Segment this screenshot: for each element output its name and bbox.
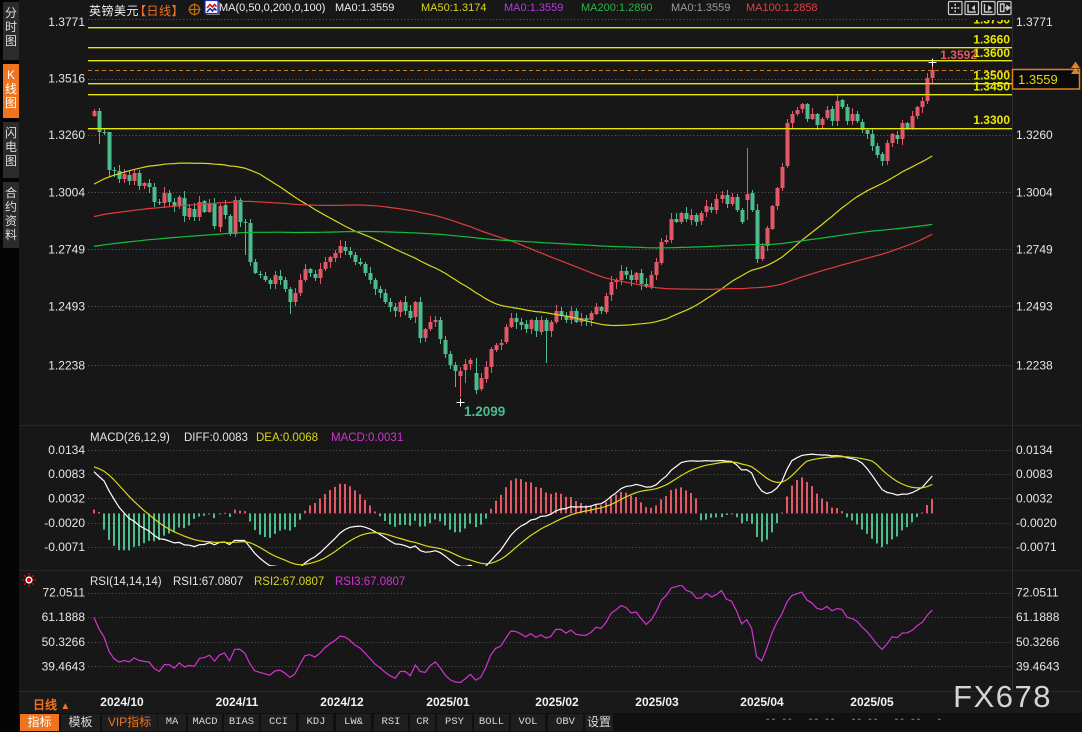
svg-text:0.0083: 0.0083 (1016, 467, 1053, 481)
svg-text:1.2749: 1.2749 (48, 242, 85, 256)
svg-text:1.2238: 1.2238 (1016, 358, 1053, 372)
svg-text:1.2493: 1.2493 (1016, 300, 1053, 314)
svg-text:1.3004: 1.3004 (48, 185, 85, 199)
svg-text:1.3600: 1.3600 (973, 46, 1010, 60)
svg-text:1.3004: 1.3004 (1016, 185, 1053, 199)
svg-text:0.0083: 0.0083 (48, 467, 85, 481)
svg-text:1.3771: 1.3771 (48, 15, 85, 29)
svg-text:1.3260: 1.3260 (48, 128, 85, 142)
svg-text:1.3260: 1.3260 (1016, 128, 1053, 142)
svg-text:50.3266: 50.3266 (42, 635, 86, 649)
svg-text:1.2238: 1.2238 (48, 358, 85, 372)
svg-text:1.3771: 1.3771 (1016, 15, 1053, 29)
svg-text:-0.0020: -0.0020 (1016, 516, 1057, 530)
svg-text:1.2749: 1.2749 (1016, 242, 1053, 256)
svg-text:1.3559: 1.3559 (1018, 72, 1058, 87)
svg-text:1.2493: 1.2493 (48, 300, 85, 314)
svg-text:-0.0071: -0.0071 (1016, 540, 1057, 554)
svg-text:0.0032: 0.0032 (1016, 491, 1053, 505)
svg-text:72.0511: 72.0511 (1016, 586, 1059, 600)
svg-text:39.4643: 39.4643 (42, 659, 86, 673)
svg-text:-0.0071: -0.0071 (44, 540, 85, 554)
svg-text:0.0134: 0.0134 (1016, 443, 1053, 457)
svg-text:72.0511: 72.0511 (43, 586, 86, 600)
svg-text:-0.0020: -0.0020 (44, 516, 85, 530)
svg-text:1.3300: 1.3300 (973, 113, 1010, 127)
svg-text:1.3660: 1.3660 (973, 33, 1010, 47)
svg-text:1.3450: 1.3450 (973, 80, 1010, 94)
svg-text:0.0032: 0.0032 (48, 491, 85, 505)
svg-text:61.1888: 61.1888 (1016, 610, 1060, 624)
svg-text:0.0134: 0.0134 (48, 443, 85, 457)
svg-text:61.1888: 61.1888 (42, 610, 86, 624)
svg-text:39.4643: 39.4643 (1016, 659, 1060, 673)
svg-text:1.2099: 1.2099 (464, 404, 505, 419)
svg-text:1.3516: 1.3516 (48, 72, 85, 86)
svg-text:1.3592: 1.3592 (940, 48, 977, 62)
svg-text:50.3266: 50.3266 (1016, 635, 1060, 649)
